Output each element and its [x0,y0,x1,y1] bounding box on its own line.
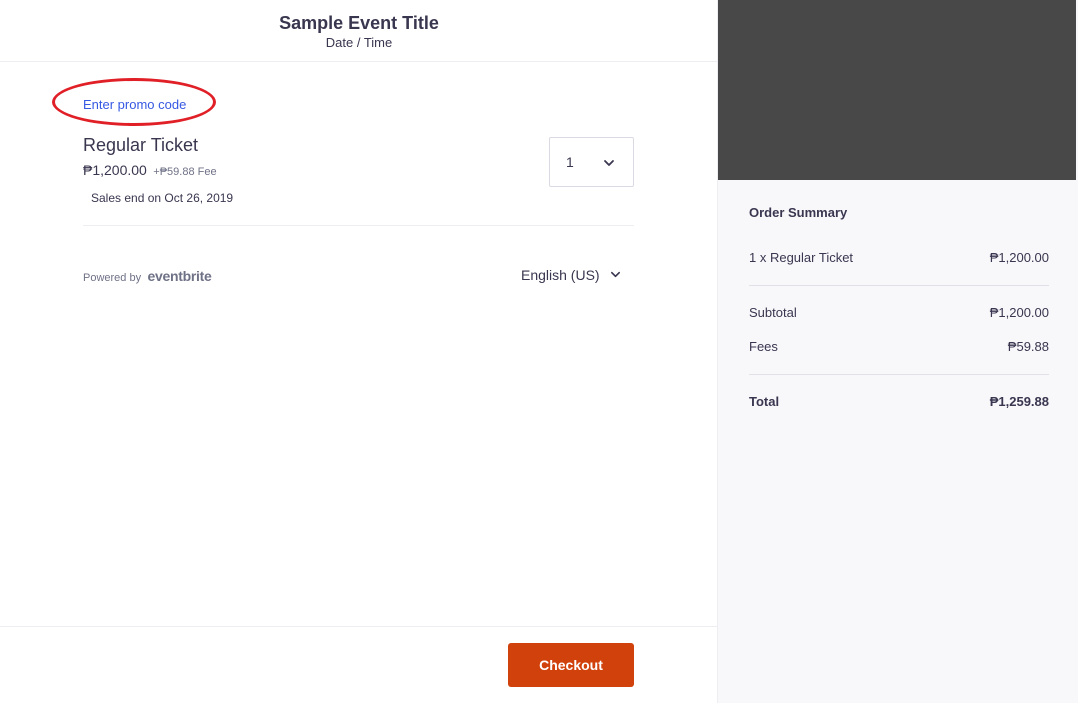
ticket-price-row: ₱1,200.00 +₱59.88 Fee [83,162,217,180]
quantity-value: 1 [566,154,574,170]
line-item-label: 1 x Regular Ticket [749,250,854,265]
eventbrite-logo: eventbrite [147,268,212,284]
ticket-divider [83,225,634,226]
ticket-name: Regular Ticket [83,135,199,155]
promo-code-area: Enter promo code [52,78,220,130]
chevron-down-icon [604,160,614,166]
event-title: Sample Event Title [279,13,439,33]
chevron-down-icon [611,272,621,278]
subtotal-value: ₱1,200.00 [989,305,1049,320]
language-select[interactable]: English (US) [521,267,621,285]
powered-by-text: Powered by [83,272,142,284]
subtotal-label: Subtotal [749,305,797,320]
fees-label: Fees [749,339,778,354]
checkout-modal: Sample Event Title Date / Time Enter pro… [0,0,1078,703]
sales-end-text: Sales end on Oct 26, 2019 [91,191,234,205]
fees-value: ₱59.88 [1007,339,1049,354]
event-header: Sample Event Title Date / Time [0,0,718,62]
event-datetime: Date / Time [325,35,393,50]
ticket-fee: +₱59.88 Fee [153,166,217,178]
ticket-selection-pane: Sample Event Title Date / Time Enter pro… [0,0,718,703]
total-label: Total [749,394,780,409]
order-summary-pane: Order Summary 1 x Regular Ticket ₱1,200.… [718,0,1078,703]
line-item-value: ₱1,200.00 [989,250,1049,265]
event-image [718,0,1076,180]
powered-by-eventbrite: Powered by eventbrite [83,268,212,286]
enter-promo-code-link[interactable]: Enter promo code [83,97,186,112]
checkout-footer: Checkout [0,626,718,703]
summary-divider [749,374,1049,375]
language-label: English (US) [521,267,600,283]
summary-divider [749,285,1049,286]
ticket-price: ₱1,200.00 [83,162,147,178]
ticket-quantity-select[interactable]: 1 [549,137,634,187]
checkout-button[interactable]: Checkout [508,643,634,687]
order-summary-title: Order Summary [749,205,848,220]
total-value: ₱1,259.88 [989,394,1049,409]
